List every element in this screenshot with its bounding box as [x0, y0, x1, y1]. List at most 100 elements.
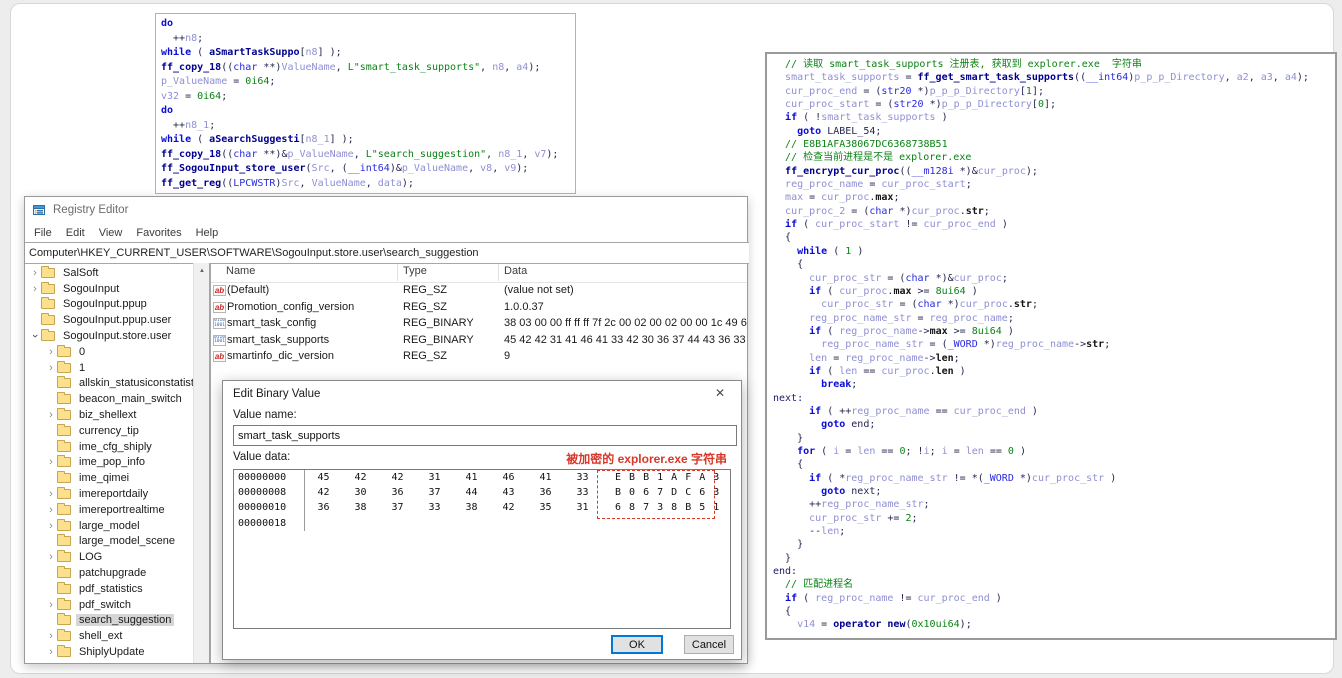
tree-item-currency_tip[interactable]: ›currency_tip [25, 423, 193, 439]
column-header-name[interactable]: Name [226, 265, 255, 277]
tree-item-ime_qimei[interactable]: ›ime_qimei [25, 470, 193, 486]
chevron-right-icon[interactable]: › [45, 599, 57, 610]
menu-item-favorites[interactable]: Favorites [129, 225, 188, 241]
tree-item-biz_shellext[interactable]: › biz_shellext [25, 407, 193, 423]
tree-item-patchupgrade[interactable]: ›patchupgrade [25, 565, 193, 581]
ok-button[interactable]: OK [611, 635, 663, 654]
tree-item-label: ime_pop_info [79, 456, 146, 469]
chevron-right-icon[interactable]: › [45, 457, 57, 468]
hex-byte[interactable]: 38 [342, 500, 379, 515]
hex-address: 00000018 [238, 517, 287, 529]
hex-byte[interactable]: 36 [379, 485, 416, 500]
chevron-right-icon[interactable]: › [45, 631, 57, 642]
column-header-data[interactable]: Data [504, 265, 527, 277]
hex-byte[interactable]: 43 [490, 485, 527, 500]
hex-bytes[interactable]: 42 30 36 37 44 43 36 33 [304, 485, 601, 501]
menu-item-help[interactable]: Help [189, 225, 226, 241]
reg-binary-icon: 0110 1001 [213, 334, 226, 346]
tree-item-LOG[interactable]: › LOG [25, 549, 193, 565]
tree-item-ime_pop_info[interactable]: › ime_pop_info [25, 455, 193, 471]
menu-item-view[interactable]: View [92, 225, 130, 241]
table-row[interactable]: 0110 1001 smart_task_supports REG_BINARY 45… [211, 333, 747, 350]
tree-item-ShiplyUpdate[interactable]: › ShiplyUpdate [25, 644, 193, 660]
chevron-right-icon[interactable]: › [45, 552, 57, 563]
table-row[interactable]: ab Promotion_config_version REG_SZ 1.0.0.37 [211, 300, 747, 317]
code-line: goto next; [821, 486, 882, 497]
hex-byte[interactable]: 33 [564, 485, 601, 500]
scroll-up-icon[interactable]: ▲ [194, 263, 210, 278]
hex-byte[interactable]: 42 [342, 470, 379, 485]
tree-item-SalSoft[interactable]: › SalSoft [25, 265, 193, 281]
chevron-right-icon[interactable]: › [45, 346, 57, 357]
tree-item-0[interactable]: › 0 [25, 344, 193, 360]
hex-byte[interactable]: 31 [564, 500, 601, 515]
chevron-right-icon[interactable]: › [45, 362, 57, 373]
value-type: REG_BINARY [403, 333, 474, 346]
cancel-button[interactable]: Cancel [684, 635, 734, 654]
chevron-down-icon[interactable]: › [29, 330, 41, 342]
code-line: --len; [773, 526, 846, 538]
value-name-field[interactable]: smart_task_supports [233, 425, 737, 446]
chevron-right-icon[interactable]: › [29, 283, 41, 294]
hex-byte[interactable]: 46 [490, 470, 527, 485]
tree-item-SogouInput.ppup.user[interactable]: ›SogouInput.ppup.user [25, 312, 193, 328]
tree-item-search_suggestion[interactable]: ›search_suggestion [25, 613, 193, 629]
hex-bytes[interactable] [304, 515, 601, 531]
value-name: (Default) [227, 284, 270, 296]
hex-byte[interactable]: 30 [342, 485, 379, 500]
hex-byte[interactable]: 36 [527, 485, 564, 500]
table-row[interactable]: ab (Default) REG_SZ (value not set) [211, 283, 747, 300]
hex-byte[interactable]: 42 [379, 470, 416, 485]
chevron-right-icon[interactable]: › [45, 504, 57, 515]
code-line: max = cur_proc.max; [785, 192, 900, 204]
hex-bytes[interactable]: 36 38 37 33 38 42 35 31 [304, 500, 601, 516]
chevron-right-icon[interactable]: › [45, 410, 57, 421]
tree-item-allskin_statusiconstatistics[interactable]: ›allskin_statusiconstatistics [25, 376, 193, 392]
hex-byte[interactable]: 31 [416, 470, 453, 485]
chevron-right-icon[interactable]: › [45, 489, 57, 500]
tree-item-SogouInput.ppup[interactable]: ›SogouInput.ppup [25, 297, 193, 313]
tree-item-1[interactable]: › 1 [25, 360, 193, 376]
tree-item-shell_ext[interactable]: › shell_ext [25, 628, 193, 644]
column-separator[interactable] [498, 264, 499, 281]
tree-item-pdf_switch[interactable]: › pdf_switch [25, 597, 193, 613]
tree-item-SogouInput.store.user[interactable]: › SogouInput.store.user [25, 328, 193, 344]
tree-item-ime_cfg_shiply[interactable]: ›ime_cfg_shiply [25, 439, 193, 455]
column-separator[interactable] [397, 264, 398, 281]
hex-byte[interactable]: 45 [305, 470, 342, 485]
hex-byte[interactable]: 41 [453, 470, 490, 485]
close-icon[interactable]: ✕ [711, 386, 729, 400]
menu-item-edit[interactable]: Edit [59, 225, 92, 241]
hex-byte[interactable]: 41 [527, 470, 564, 485]
hex-byte[interactable]: 33 [564, 470, 601, 485]
tree-item-label: ime_qimei [79, 472, 130, 485]
folder-icon [57, 423, 71, 436]
chevron-right-icon[interactable]: › [45, 647, 57, 658]
chevron-right-icon[interactable]: › [45, 520, 57, 531]
tree-item-imereportrealtime[interactable]: › imereportrealtime [25, 502, 193, 518]
tree-item-beacon_main_switch[interactable]: ›beacon_main_switch [25, 391, 193, 407]
hex-byte[interactable]: 33 [416, 500, 453, 515]
hex-byte[interactable]: 37 [416, 485, 453, 500]
tree-item-imereportdaily[interactable]: › imereportdaily [25, 486, 193, 502]
hex-byte[interactable]: 44 [453, 485, 490, 500]
tree-item-label: LOG [79, 551, 103, 564]
column-header-type[interactable]: Type [403, 265, 427, 277]
hex-byte[interactable]: 37 [379, 500, 416, 515]
hex-byte[interactable]: 42 [305, 485, 342, 500]
hex-byte[interactable]: 38 [453, 500, 490, 515]
table-row[interactable]: ab smartinfo_dic_version REG_SZ 9 [211, 349, 747, 366]
hex-byte[interactable]: 36 [305, 500, 342, 515]
hex-byte[interactable]: 42 [490, 500, 527, 515]
tree-item-SogouInput[interactable]: › SogouInput [25, 281, 193, 297]
hex-byte[interactable]: 35 [527, 500, 564, 515]
table-row[interactable]: 0110 1001 smart_task_config REG_BINARY 38 0… [211, 316, 747, 333]
hex-bytes[interactable]: 45 42 42 31 41 46 41 33 [304, 470, 601, 486]
tree-item-pdf_statistics[interactable]: ›pdf_statistics [25, 581, 193, 597]
address-bar[interactable]: Computer\HKEY_CURRENT_USER\SOFTWARE\Sogo… [25, 242, 749, 264]
tree-item-large_model[interactable]: › large_model [25, 518, 193, 534]
tree-item-large_model_scene[interactable]: ›large_model_scene [25, 534, 193, 550]
chevron-right-icon[interactable]: › [29, 267, 41, 278]
tree-scrollbar[interactable]: ▲ [193, 263, 210, 663]
menu-item-file[interactable]: File [27, 225, 59, 241]
